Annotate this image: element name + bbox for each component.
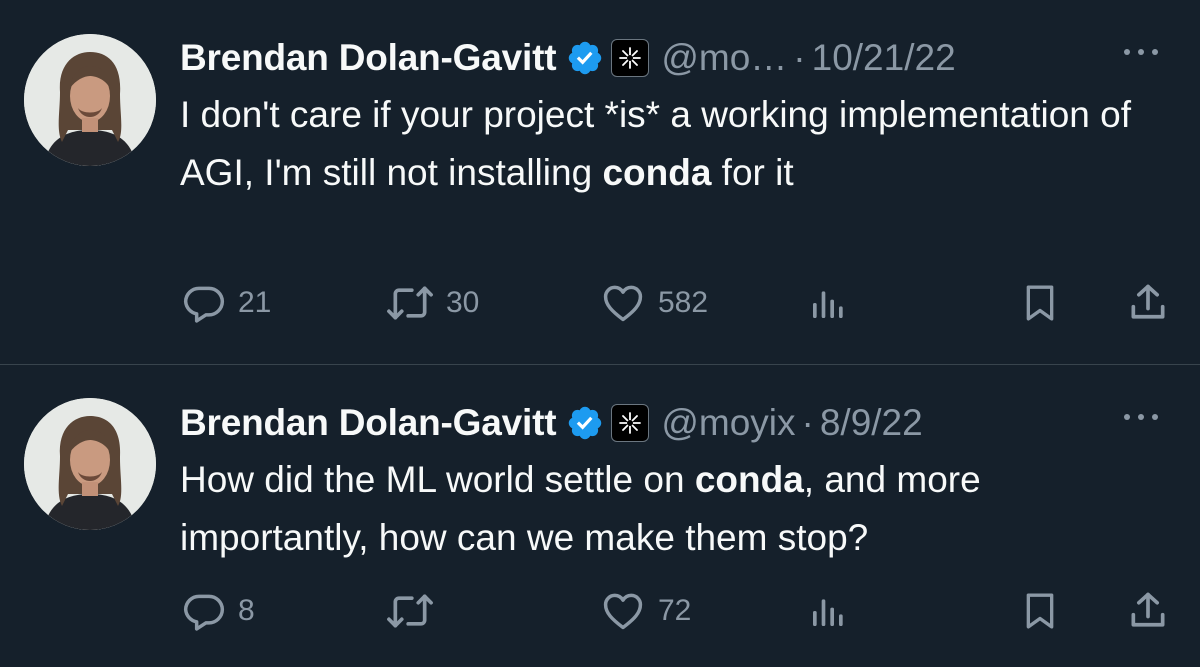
separator-dot: ·	[793, 37, 806, 78]
retweet-icon	[387, 286, 433, 320]
tweet-text: I don't care if your project *is* a work…	[180, 86, 1170, 202]
bookmark-button[interactable]	[1020, 586, 1060, 636]
affiliate-badge-icon[interactable]	[611, 404, 650, 442]
share-button[interactable]	[1126, 586, 1170, 636]
reply-button[interactable]: 8	[182, 586, 255, 636]
author-name[interactable]: Brendan Dolan-Gavitt	[180, 37, 557, 79]
author-handle[interactable]: @mo…	[661, 37, 787, 79]
share-button[interactable]	[1126, 278, 1170, 328]
bookmark-icon	[1026, 285, 1054, 321]
more-options-icon[interactable]	[1124, 42, 1158, 62]
retweet-button[interactable]	[386, 586, 446, 636]
bookmark-button[interactable]	[1020, 278, 1060, 328]
share-icon	[1131, 284, 1165, 319]
tweet-text-part: How did the ML world settle on	[180, 459, 695, 500]
tweet-text-part: for it	[711, 152, 794, 193]
retweet-count: 30	[446, 286, 480, 319]
verified-badge-icon[interactable]	[566, 39, 604, 77]
tweet-text-bold: conda	[694, 459, 804, 500]
avatar[interactable]	[24, 398, 156, 530]
author-handle[interactable]: @moyix	[661, 402, 795, 444]
tweet-text: How did the ML world settle on conda, an…	[180, 451, 1170, 567]
reply-icon	[183, 286, 225, 323]
like-icon	[603, 285, 643, 322]
tweet-text-bold: conda	[602, 152, 712, 193]
tweet-header: Brendan Dolan-Gavitt @mo… · 10/21/22	[180, 33, 956, 83]
tweet-date[interactable]: 8/9/22	[820, 402, 923, 444]
retweet-icon	[387, 594, 433, 628]
like-count: 582	[658, 286, 709, 319]
affiliate-badge-icon[interactable]	[611, 39, 650, 77]
tweet-header: Brendan Dolan-Gavitt @moyix · 8/9/22	[180, 398, 923, 448]
views-icon	[813, 291, 843, 318]
reply-count: 21	[238, 286, 272, 319]
like-button[interactable]: 72	[600, 586, 691, 636]
tweet-actions: 8 72	[180, 586, 1170, 636]
retweet-button[interactable]: 30	[386, 278, 479, 328]
bookmark-icon	[1026, 593, 1054, 629]
avatar[interactable]	[24, 34, 156, 166]
tweet-feed: Brendan Dolan-Gavitt @mo… · 10/21/22 I d…	[0, 0, 1200, 667]
like-icon	[603, 593, 643, 630]
views-button[interactable]	[808, 586, 848, 636]
like-count: 72	[658, 594, 692, 627]
tweet[interactable]: Brendan Dolan-Gavitt @mo… · 10/21/22 I d…	[0, 0, 1200, 365]
separator-dot: ·	[801, 402, 814, 443]
like-button[interactable]: 582	[600, 278, 708, 328]
more-options-icon[interactable]	[1124, 407, 1158, 427]
tweet[interactable]: Brendan Dolan-Gavitt @moyix · 8/9/22 How…	[0, 365, 1200, 667]
reply-button[interactable]: 21	[182, 278, 271, 328]
views-button[interactable]	[808, 278, 848, 328]
reply-count: 8	[238, 594, 255, 627]
tweet-actions: 21 30 582	[180, 278, 1170, 328]
tweet-date[interactable]: 10/21/22	[812, 37, 956, 79]
reply-icon	[183, 594, 225, 631]
author-name[interactable]: Brendan Dolan-Gavitt	[180, 402, 557, 444]
verified-badge-icon[interactable]	[566, 404, 604, 442]
share-icon	[1131, 592, 1165, 627]
views-icon	[813, 599, 843, 626]
